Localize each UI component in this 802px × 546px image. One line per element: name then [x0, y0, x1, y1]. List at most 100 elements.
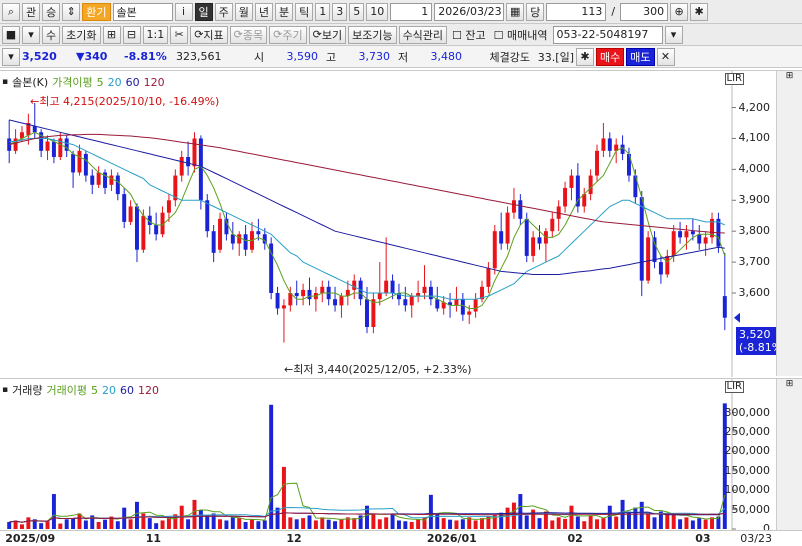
volume-bar [416, 519, 421, 529]
candle-body [588, 175, 593, 195]
candle-body [460, 299, 465, 315]
stock-name-field[interactable]: 솔본 [112, 2, 173, 21]
su-button[interactable]: 수 [42, 25, 61, 44]
volume-bar [115, 521, 120, 529]
date-tick-label: 03 [695, 532, 711, 545]
interval-1-button[interactable]: 1 [315, 2, 331, 21]
spin-icon[interactable]: ⇕ [62, 2, 81, 21]
volume-bar [250, 519, 254, 529]
interval-10-button[interactable]: 10 [366, 2, 389, 21]
candle-body [96, 172, 101, 185]
indicator-button[interactable]: ⟳ 지표 [190, 25, 228, 44]
high-annotation: ←최고 4,215(2025/10/10, -16.49%) [30, 95, 220, 108]
quote-gear-icon[interactable]: ✱ [576, 47, 594, 66]
candle-body [109, 175, 114, 185]
volume-chart [7, 379, 736, 531]
candle-body [154, 225, 159, 235]
candle-body [237, 234, 242, 244]
candle-body [697, 234, 702, 244]
candle-body [218, 218, 223, 250]
grid-icon[interactable]: ⊞ [102, 25, 121, 44]
gwan-button[interactable]: 관 [22, 2, 41, 21]
seung-button[interactable]: 승 [42, 2, 61, 21]
aux-function-button[interactable]: 보조기능 [348, 25, 397, 44]
view-button[interactable]: ⟳ 보기 [308, 25, 347, 44]
quote-menu-icon[interactable]: ▾ [2, 47, 20, 66]
ratio-button[interactable]: 1:1 [142, 25, 169, 44]
trade-history-label: 매매내역 [507, 28, 548, 42]
volume-bar [588, 515, 593, 529]
candle-body [77, 150, 82, 173]
price-chart-pane[interactable]: ▪ 솔본(K) 가격이평 5 20 60 120 ←최고 4,215(2025/… [0, 70, 802, 377]
volume-bar [186, 519, 191, 529]
price-tick-label: 3,600 [738, 286, 771, 299]
chevron-down-icon[interactable]: ▾ [664, 25, 683, 44]
period-month-tab[interactable]: 월 [234, 2, 253, 21]
candle-body [652, 237, 657, 263]
reset-button[interactable]: 초기화 [62, 25, 101, 44]
buy-button[interactable]: 매수 [596, 47, 625, 66]
dropdown-icon[interactable]: ▾ [22, 25, 40, 44]
candle-body [639, 197, 644, 281]
volume-bar [192, 499, 197, 529]
candle-body [352, 280, 357, 290]
current-price-marker [734, 312, 740, 323]
interval-5-button[interactable]: 5 [349, 2, 365, 21]
close-icon[interactable]: ✕ [656, 47, 675, 66]
candle-body [294, 293, 299, 297]
period-week-tab[interactable]: 주 [214, 2, 233, 21]
volume-scrollbar[interactable]: ⊞ [776, 379, 802, 530]
volume-bar [633, 507, 638, 529]
display-count-input[interactable]: 113 [546, 2, 607, 21]
candle-body [122, 194, 127, 222]
period-label: 주기 [282, 28, 303, 42]
period-day-tab[interactable]: 일 [194, 2, 213, 21]
info-button[interactable]: i [174, 2, 193, 21]
indicator-label: 지표 [203, 28, 224, 42]
interval-3-button[interactable]: 3 [332, 2, 348, 21]
period-tick-tab[interactable]: 틱 [295, 2, 314, 21]
volume-bar [652, 517, 657, 529]
date-field[interactable]: 2026/03/23 [434, 2, 505, 21]
layout-icon[interactable]: ⊟ [122, 25, 141, 44]
volume-bar [390, 514, 395, 529]
scissors-icon[interactable]: ✂ [170, 25, 189, 44]
date-tick-label: 02 [567, 532, 583, 545]
period-button[interactable]: ⟳ 주기 [269, 25, 307, 44]
period-minute-tab[interactable]: 분 [275, 2, 294, 21]
ma60-line [9, 119, 725, 275]
secondary-toolbar: ■ ▾ 수 초기화 ⊞ ⊟ 1:1 ✂ ⟳ 지표 ⟳ 종목 ⟳ 주기 ⟳ 보기 보조기능… [0, 24, 802, 46]
hangi-button[interactable]: 환기 [82, 2, 111, 21]
candle-body [422, 286, 427, 293]
volume-bar [428, 494, 433, 529]
volume-bar [473, 520, 478, 529]
sell-button[interactable]: 매도 [626, 47, 655, 66]
calendar-icon[interactable]: ▦ [506, 2, 525, 21]
legend-ma5: 5 [96, 75, 104, 89]
volume-bar [262, 520, 267, 529]
total-count-input[interactable]: 300 [620, 2, 669, 21]
search-icon[interactable]: ⌕ [2, 2, 20, 21]
menu-icon[interactable]: ■ [2, 25, 20, 44]
period-year-tab[interactable]: 년 [254, 2, 273, 21]
zoom-in-icon[interactable]: ⊕ [670, 2, 689, 21]
interval-input[interactable]: 1 [390, 2, 433, 21]
scroll-up-icon[interactable]: ⊞ [777, 71, 802, 85]
account-select[interactable]: 053-22-5048197 [552, 25, 663, 44]
volume-legend: ▪ 거래량 거래이평 5 20 60 120 [2, 382, 159, 398]
balance-checkbox[interactable]: ☐ 잔고 [449, 27, 489, 43]
gear-icon[interactable]: ✱ [690, 2, 709, 21]
price-scrollbar[interactable]: ⊞ [776, 71, 802, 376]
formula-manager-button[interactable]: 수식관리 [398, 25, 448, 44]
volume-bar [403, 521, 408, 529]
candle-body [275, 293, 280, 309]
dang-button[interactable]: 당 [526, 2, 545, 21]
symbol-button[interactable]: ⟳ 종목 [229, 25, 268, 44]
trade-history-checkbox[interactable]: ☐ 매매내역 [491, 27, 551, 43]
volume-bar [448, 519, 453, 529]
volume-chart-pane[interactable]: ▪ 거래량 거래이평 5 20 60 120 LIR 300,000 250,00… [0, 378, 802, 535]
vol-scroll-icon[interactable]: ⊞ [777, 379, 802, 393]
volume-bar [19, 524, 24, 529]
candle-body [115, 175, 120, 195]
volume-bar [454, 520, 459, 529]
